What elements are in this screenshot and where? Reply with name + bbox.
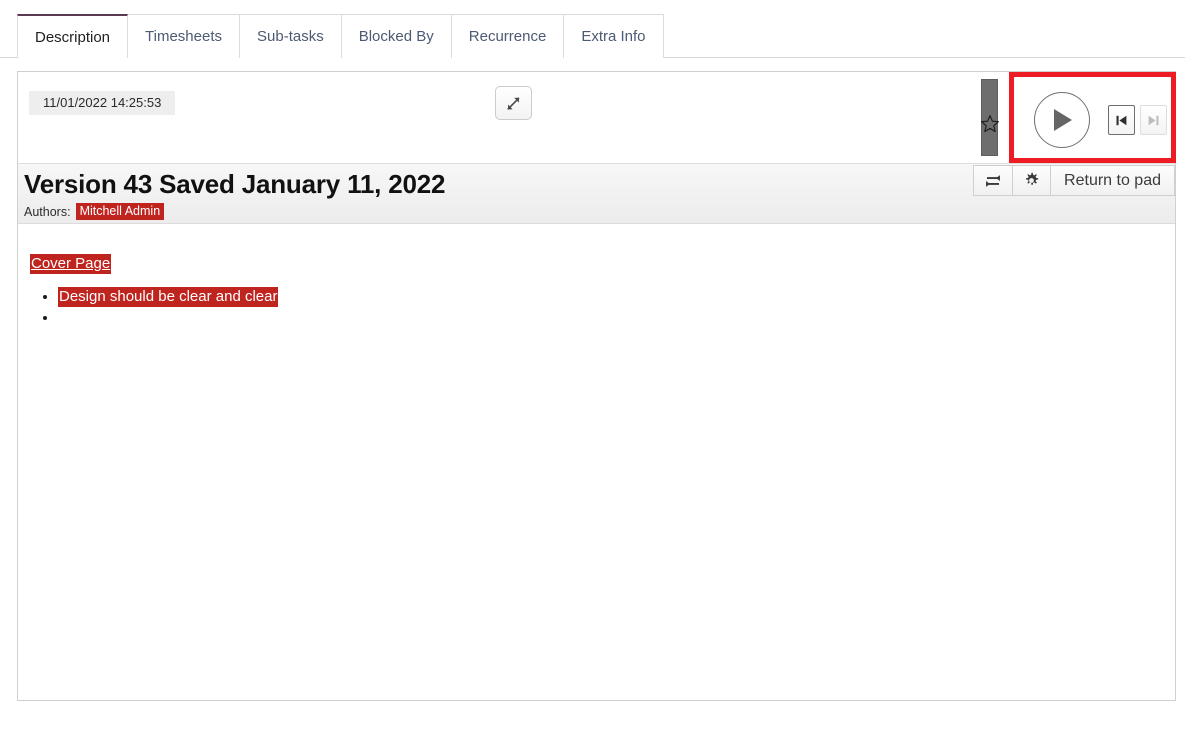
document-bullet-list: Design should be clear and clear	[30, 287, 1163, 327]
tab-label: Extra Info	[581, 28, 646, 45]
tab-list: Description Timesheets Sub-tasks Blocked…	[17, 14, 664, 59]
play-icon[interactable]	[1034, 92, 1090, 148]
tab-label: Recurrence	[468, 28, 547, 45]
list-item	[58, 308, 1163, 327]
tab-label: Description	[35, 28, 111, 46]
document-heading: Cover Page	[30, 254, 1163, 274]
authors-row: Authors: Mitchell Admin	[24, 203, 165, 220]
page-title: Version 43 Saved January 11, 2022	[24, 169, 446, 199]
author-chip: Mitchell Admin	[75, 203, 165, 220]
timeslider-track[interactable]	[18, 72, 1175, 163]
tab-label: Sub-tasks	[257, 28, 324, 45]
etherpad-panel: 11/01/2022 14:25:53 Version 43 Saved Jan…	[17, 71, 1176, 701]
timeslider-toolbar: 11/01/2022 14:25:53	[18, 72, 1176, 164]
document-content[interactable]: Cover Page Design should be clear and cl…	[18, 224, 1175, 700]
step-buttons	[1108, 105, 1167, 135]
timeslider-handle[interactable]	[981, 79, 998, 156]
tab-bar: Description Timesheets Sub-tasks Blocked…	[0, 0, 1185, 59]
list-item-text: Design should be clear and clear	[58, 287, 279, 307]
step-backward-icon[interactable]	[1108, 105, 1135, 135]
list-item: Design should be clear and clear	[58, 287, 1163, 307]
return-to-pad-label: Return to pad	[1064, 171, 1161, 189]
tab-blocked-by[interactable]: Blocked By	[341, 14, 452, 58]
playback-controls	[1010, 77, 1175, 163]
tab-label: Blocked By	[358, 28, 434, 45]
step-forward-icon[interactable]	[1140, 105, 1167, 135]
gear-icon[interactable]	[1012, 165, 1051, 196]
return-to-pad-button[interactable]: Return to pad	[1050, 165, 1175, 196]
swap-arrows-icon[interactable]	[973, 165, 1013, 196]
version-header-controls: Return to pad	[973, 165, 1175, 196]
tab-timesheets[interactable]: Timesheets	[128, 14, 241, 58]
version-header: Version 43 Saved January 11, 2022 Author…	[18, 164, 1175, 224]
tab-description[interactable]: Description	[17, 14, 129, 59]
tab-recurrence[interactable]: Recurrence	[451, 14, 565, 58]
tab-label: Timesheets	[145, 28, 223, 45]
tab-extra-info[interactable]: Extra Info	[564, 14, 664, 58]
authors-label: Authors:	[24, 204, 71, 219]
document-heading-text: Cover Page	[30, 254, 112, 274]
tab-sub-tasks[interactable]: Sub-tasks	[240, 14, 342, 58]
